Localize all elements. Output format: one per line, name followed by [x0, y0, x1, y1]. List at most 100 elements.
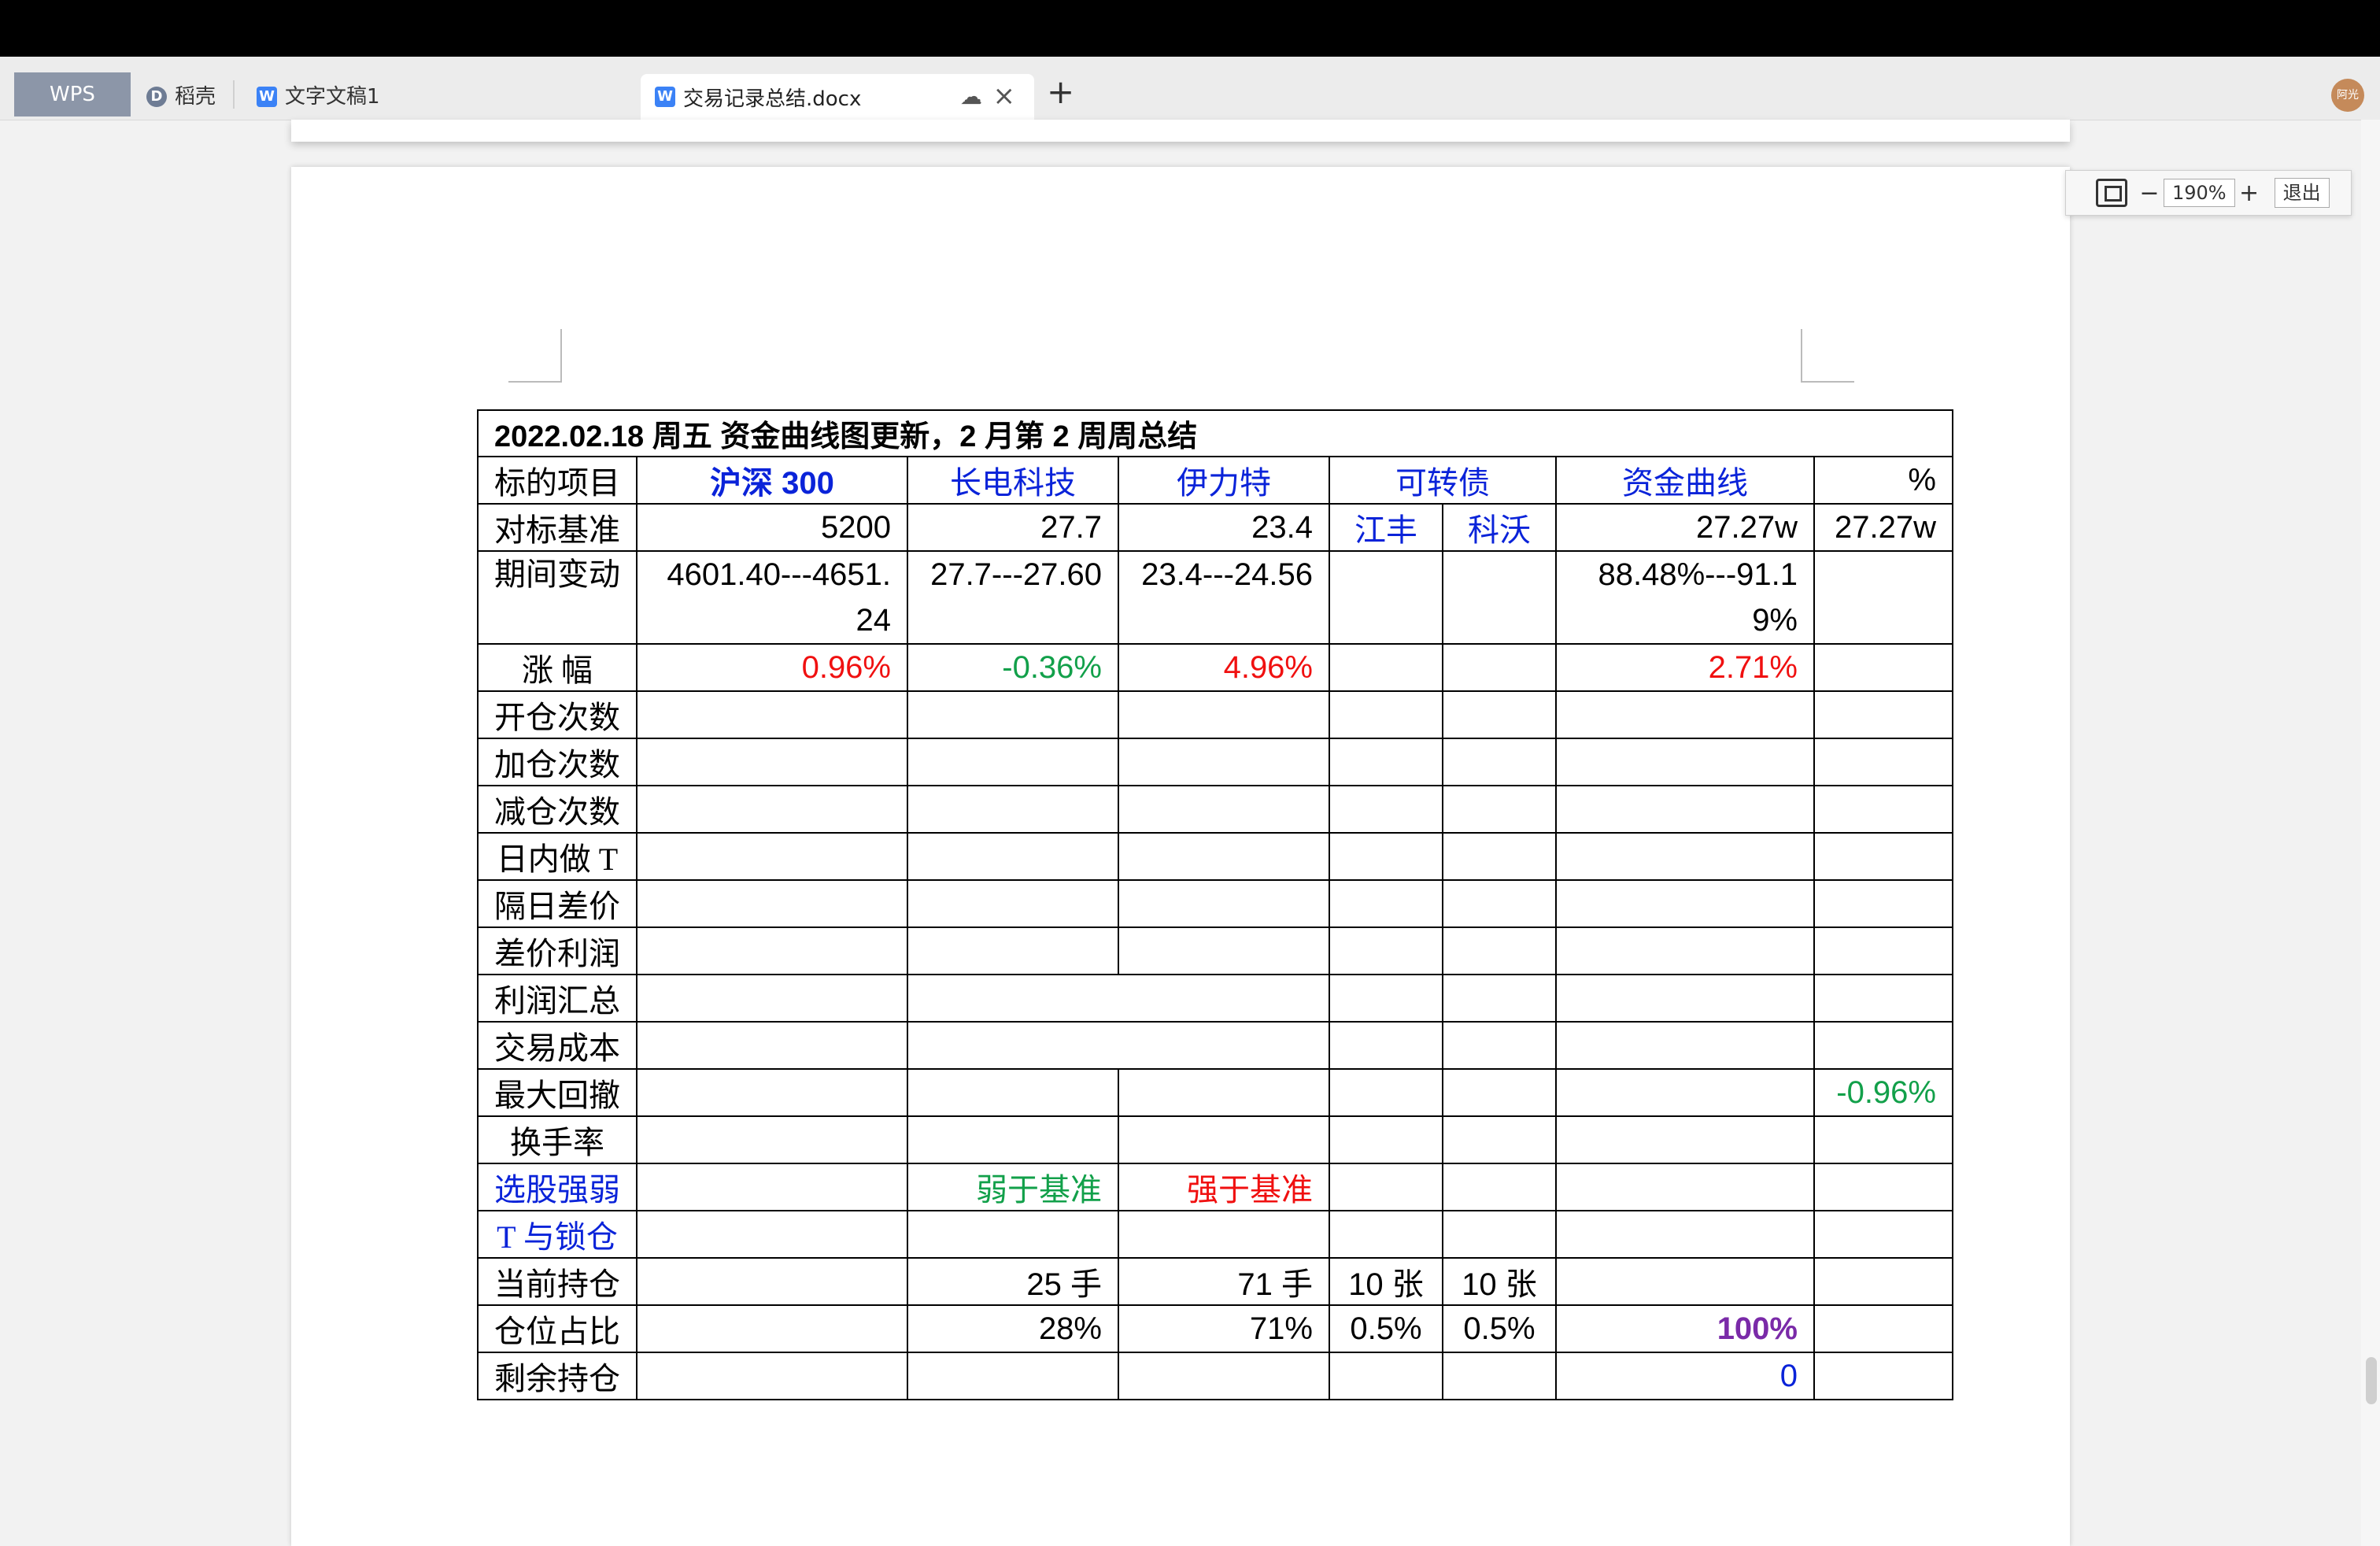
table-cell: 27.27w: [1813, 503, 1953, 552]
zoom-out-button[interactable]: −: [2135, 179, 2164, 207]
table-cell: 71%: [1118, 1304, 1330, 1353]
table-row: 涨 幅 0.96% -0.36% 4.96% 2.71%: [477, 643, 1953, 692]
vertical-scrollbar[interactable]: [2361, 120, 2380, 1546]
table-cell: [1442, 550, 1557, 645]
zoom-level[interactable]: 190%: [2164, 179, 2235, 207]
row-label: 对标基准: [477, 503, 638, 552]
exit-button[interactable]: 退出: [2274, 178, 2330, 208]
tab-doc1[interactable]: W 文字文稿1: [257, 77, 380, 117]
table-row: 选股强弱 弱于基准 强于基准: [477, 1163, 1953, 1211]
table-cell: [1329, 643, 1443, 692]
table-row: 隔日差价: [477, 879, 1953, 928]
header-cell: 沪深 300: [636, 456, 908, 505]
row-label: 交易成本: [477, 1021, 638, 1070]
row-label: 当前持仓: [477, 1257, 638, 1306]
tab-daoke[interactable]: D 稻壳: [146, 77, 216, 117]
table-row: 标的项目 沪深 300 长电科技 伊力特 可转债 资金曲线 %: [477, 456, 1953, 505]
table-cell: 江丰: [1329, 503, 1443, 552]
table-cell: 10 张: [1329, 1257, 1443, 1306]
table-row: 开仓次数: [477, 690, 1953, 739]
table-row: 减仓次数: [477, 785, 1953, 834]
margin-corner-right: [1801, 329, 1854, 383]
table-cell: -0.96%: [1813, 1068, 1953, 1117]
header-cell: 资金曲线: [1555, 456, 1815, 505]
row-label: 日内做 T: [477, 832, 638, 881]
header-cell: 可转债: [1329, 456, 1557, 505]
row-label: 开仓次数: [477, 690, 638, 739]
row-label: 涨 幅: [477, 643, 638, 692]
table-row: 差价利润: [477, 926, 1953, 975]
table-row: 2022.02.18 周五 资金曲线图更新，2 月第 2 周周总结: [477, 409, 1953, 457]
table-cell: [1442, 643, 1557, 692]
table-title: 2022.02.18 周五 资金曲线图更新，2 月第 2 周周总结: [477, 409, 1953, 457]
table-cell: 23.4---24.56: [1118, 550, 1330, 645]
zoom-in-button[interactable]: +: [2235, 179, 2264, 207]
weekly-summary-table: 2022.02.18 周五 资金曲线图更新，2 月第 2 周周总结 标的项目 沪…: [477, 409, 1953, 1400]
table-cell: [1813, 643, 1953, 692]
table-cell: 100%: [1555, 1304, 1815, 1353]
tab-wps[interactable]: WPS: [14, 72, 131, 117]
table-cell: 0.5%: [1329, 1304, 1443, 1353]
margin-corner-left: [508, 329, 562, 383]
header-cell: 伊力特: [1118, 456, 1330, 505]
row-label: T 与锁仓: [477, 1210, 638, 1259]
zoom-toolbar: − 190% + 退出: [2065, 170, 2352, 216]
table-cell: 27.7---27.60: [907, 550, 1119, 645]
table-row: T 与锁仓: [477, 1210, 1953, 1259]
tab-daoke-label: 稻壳: [175, 85, 216, 109]
table-row: 最大回撤 -0.96%: [477, 1068, 1953, 1117]
table-cell: 2.71%: [1555, 643, 1815, 692]
tab-active-document[interactable]: W 交易记录总结.docx ☁ ×: [641, 74, 1034, 120]
table-cell: -0.36%: [907, 643, 1119, 692]
cloud-sync-icon[interactable]: ☁: [960, 83, 982, 109]
table-row: 期间变动 4601.40---4651.24 27.7---27.60 23.4…: [477, 550, 1953, 645]
table-row: 换手率: [477, 1115, 1953, 1164]
tab-active-label: 交易记录总结.docx: [683, 87, 862, 111]
row-label: 减仓次数: [477, 785, 638, 834]
table-cell: [1329, 550, 1443, 645]
header-cell: %: [1813, 456, 1953, 505]
table-row: 当前持仓 25 手 71 手 10 张 10 张: [477, 1257, 1953, 1306]
table-row: 利润汇总: [477, 974, 1953, 1023]
table-row: 交易成本: [477, 1021, 1953, 1070]
row-label: 最大回撤: [477, 1068, 638, 1117]
row-label: 换手率: [477, 1115, 638, 1164]
table-cell: 23.4: [1118, 503, 1330, 552]
row-label: 隔日差价: [477, 879, 638, 928]
user-avatar[interactable]: 阿光: [2331, 79, 2364, 112]
table-cell: 27.27w: [1555, 503, 1815, 552]
close-tab-icon[interactable]: ×: [993, 80, 1016, 112]
fit-page-icon[interactable]: [2096, 179, 2127, 207]
new-tab-button[interactable]: +: [1047, 72, 1074, 111]
table-row: 对标基准 5200 27.7 23.4 江丰 科沃 27.27w 27.27w: [477, 503, 1953, 552]
scrollbar-thumb[interactable]: [2366, 1357, 2377, 1404]
previous-page-edge: [291, 120, 2070, 142]
table-cell: 27.7: [907, 503, 1119, 552]
table-cell: 0.5%: [1442, 1304, 1557, 1353]
table-cell: 弱于基准: [907, 1163, 1119, 1211]
row-label: 选股强弱: [477, 1163, 638, 1211]
table-cell: 71 手: [1118, 1257, 1330, 1306]
header-cell: 标的项目: [477, 456, 638, 505]
table-row: 日内做 T: [477, 832, 1953, 881]
table-cell: 0: [1555, 1352, 1815, 1400]
table-cell: 88.48%---91.19%: [1555, 550, 1815, 645]
table-row: 加仓次数: [477, 738, 1953, 786]
table-cell: 5200: [636, 503, 908, 552]
table-cell: 0.96%: [636, 643, 908, 692]
window-top-bar: [0, 0, 2380, 57]
table-row: 仓位占比 28% 71% 0.5% 0.5% 100%: [477, 1304, 1953, 1353]
header-cell: 长电科技: [907, 456, 1119, 505]
table-cell: 4.96%: [1118, 643, 1330, 692]
row-label: 利润汇总: [477, 974, 638, 1023]
writer-doc-icon: W: [257, 87, 277, 107]
row-label: 剩余持仓: [477, 1352, 638, 1400]
tab-bar: WPS D 稻壳 W 文字文稿1 W 交易记录总结.docx ☁ ×: [0, 57, 2380, 120]
row-label: 差价利润: [477, 926, 638, 975]
row-label: 仓位占比: [477, 1304, 638, 1353]
table-cell: 28%: [907, 1304, 1119, 1353]
row-label: 加仓次数: [477, 738, 638, 786]
writer-doc-icon: W: [655, 87, 675, 107]
tab-doc1-label: 文字文稿1: [285, 85, 380, 109]
tab-divider: [233, 80, 235, 109]
